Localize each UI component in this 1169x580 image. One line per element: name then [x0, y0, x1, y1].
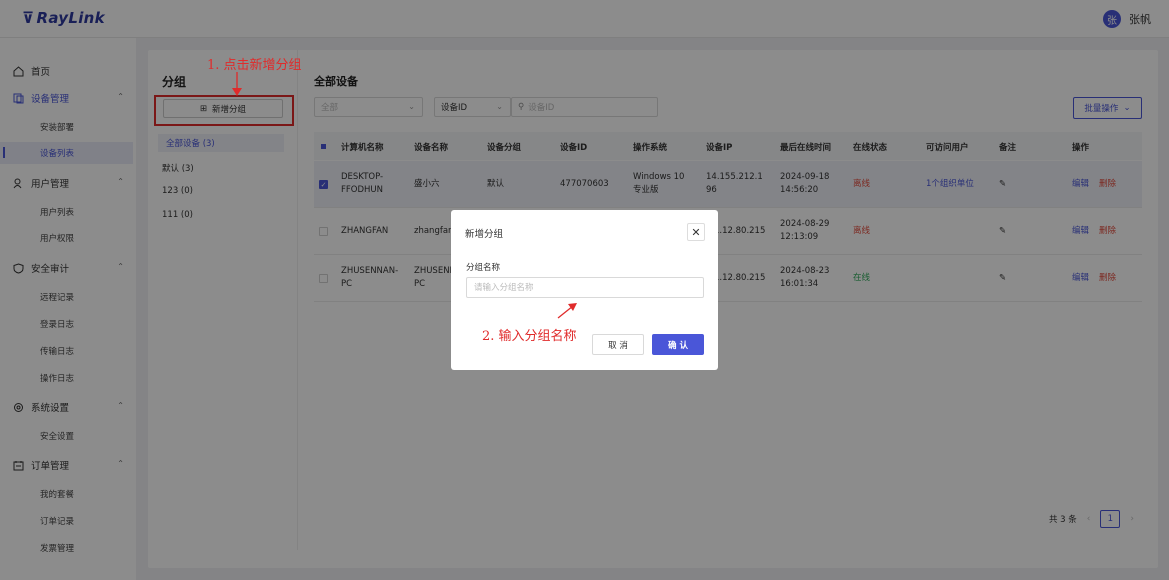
annotation-step2: 2. 输入分组名称 [482, 329, 577, 344]
group-name-label: 分组名称 [466, 263, 501, 273]
cancel-button[interactable]: 取 消 [592, 334, 644, 355]
new-group-dialog: 新增分组 ✕ 分组名称 取 消 确 认 [451, 210, 718, 370]
close-icon[interactable]: ✕ [687, 223, 705, 241]
annotation-arrow-up-icon [557, 303, 577, 319]
group-name-input[interactable] [466, 277, 704, 298]
annotation-arrow-down-icon [232, 72, 242, 96]
annotation-step1: 1. 点击新增分组 [207, 58, 302, 73]
dialog-title: 新增分组 [465, 229, 504, 240]
confirm-button[interactable]: 确 认 [652, 334, 704, 355]
